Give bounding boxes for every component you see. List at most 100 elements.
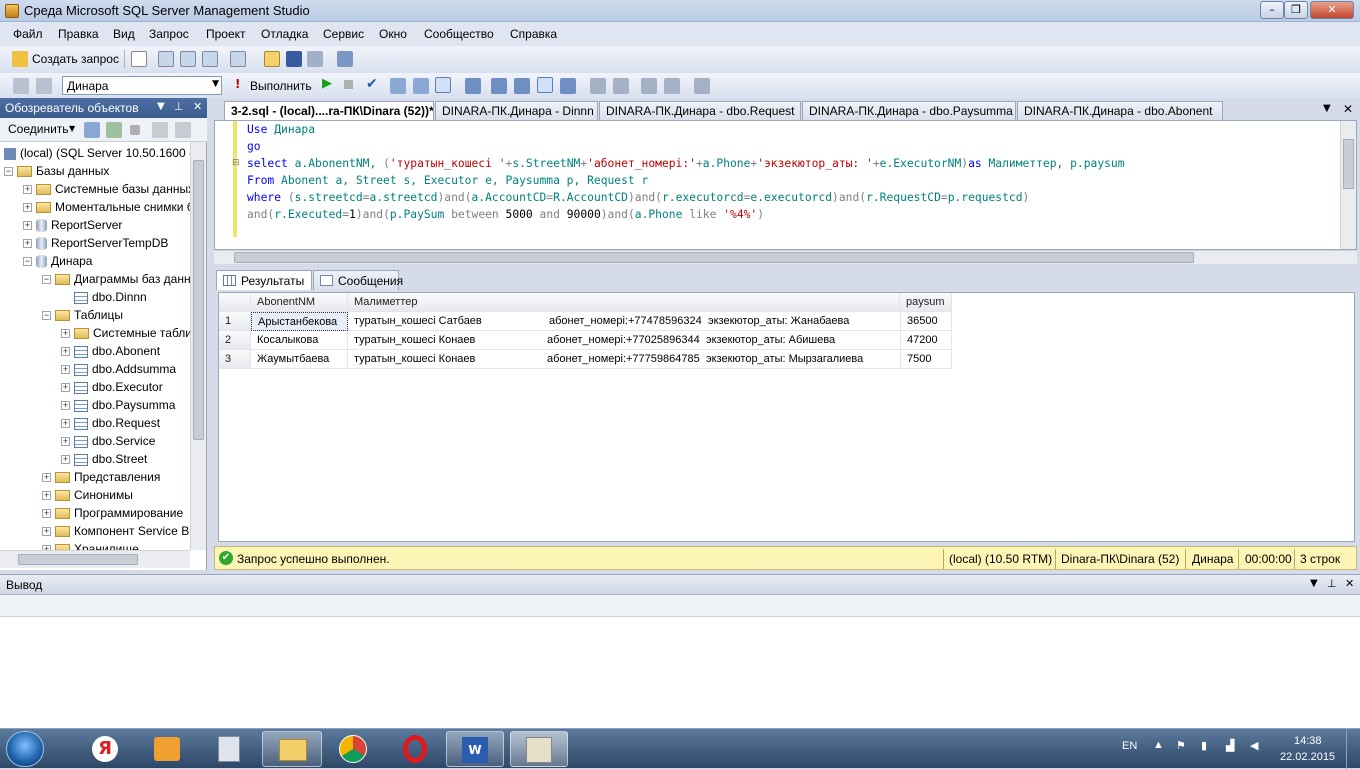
filter-icon[interactable] (152, 122, 168, 138)
chrome-button[interactable] (326, 731, 380, 767)
row-number[interactable]: 2 (219, 331, 251, 350)
yandex-browser-button[interactable]: Я (78, 731, 132, 767)
row-number[interactable]: 1 (219, 312, 251, 331)
flag-icon[interactable]: ⚑ (1176, 739, 1186, 752)
comment-icon[interactable] (590, 78, 606, 94)
editor-horizontal-scrollbar[interactable] (214, 250, 1357, 264)
expand-icon[interactable]: + (23, 203, 32, 213)
expand-icon[interactable]: + (42, 473, 51, 483)
tree-item[interactable]: − Базы данных (4, 162, 109, 180)
change-connection-icon[interactable] (36, 78, 52, 94)
media-player-button[interactable] (140, 731, 194, 767)
expand-icon[interactable]: + (23, 185, 32, 195)
results-to-grid-icon[interactable] (435, 77, 451, 93)
results-grid-icon[interactable] (537, 77, 553, 93)
tree-item[interactable]: + dbo.Service (61, 432, 155, 450)
close-icon[interactable]: ✕ (1345, 577, 1354, 590)
expand-icon[interactable]: + (61, 329, 70, 339)
register-icon[interactable] (106, 122, 122, 138)
menu-edit[interactable]: Правка (58, 27, 99, 41)
refresh-icon[interactable] (175, 122, 191, 138)
tree-item[interactable]: + dbo.Paysumma (61, 396, 175, 414)
tree-item[interactable]: + dbo.Street (61, 450, 147, 468)
grid-cell[interactable]: 7500 (900, 350, 952, 369)
close-icon[interactable]: ✕ (193, 100, 202, 113)
tab-messages[interactable]: Сообщения (313, 270, 403, 290)
expand-icon[interactable]: + (42, 527, 51, 537)
chevron-down-icon[interactable]: ▼ (69, 124, 75, 133)
power-icon[interactable]: ▮ (1201, 739, 1207, 752)
xmla-query-icon[interactable] (202, 51, 218, 67)
display-plan-icon[interactable] (390, 78, 406, 94)
tab-results[interactable]: Результаты (216, 270, 312, 290)
expand-icon[interactable]: + (42, 491, 51, 501)
grid-cell[interactable]: Косалыкова (251, 331, 348, 350)
clock-date[interactable]: 22.02.2015 (1280, 751, 1335, 763)
start-button[interactable] (6, 731, 44, 767)
grid-cell[interactable]: 47200 (900, 331, 952, 350)
show-desktop-button[interactable] (1346, 729, 1360, 769)
tree-vertical-scrollbar[interactable] (190, 142, 206, 550)
calculator-button[interactable] (202, 731, 256, 767)
parse-icon[interactable]: ✔ (366, 76, 378, 92)
network-icon[interactable]: ▟ (1226, 739, 1234, 752)
row-number[interactable]: 3 (219, 350, 251, 369)
tab-abonent[interactable]: DINARA-ПК.Динара - dbo.Abonent (1017, 101, 1223, 120)
collapse-icon[interactable]: − (42, 275, 51, 285)
activity-monitor-icon[interactable] (337, 51, 353, 67)
decrease-indent-icon[interactable] (641, 78, 657, 94)
pin-icon[interactable]: ⊥ (1327, 577, 1337, 590)
disconnect-icon[interactable] (84, 122, 100, 138)
collapse-icon[interactable]: − (4, 167, 13, 177)
tree-item[interactable]: + dbo.Abonent (61, 342, 160, 360)
collapse-icon[interactable]: ⊟ (232, 158, 240, 168)
menu-debug[interactable]: Отладка (261, 27, 308, 41)
tab-request[interactable]: DINARA-ПК.Динара - dbo.Request (599, 101, 801, 120)
opera-button[interactable] (388, 731, 442, 767)
expand-icon[interactable]: + (61, 401, 70, 411)
editor-vertical-scrollbar[interactable] (1340, 121, 1356, 249)
volume-icon[interactable]: ◀ (1250, 739, 1258, 752)
results-file-icon[interactable] (560, 78, 576, 94)
uncomment-icon[interactable] (613, 78, 629, 94)
scroll-thumb[interactable] (193, 160, 204, 440)
close-tab-icon[interactable]: ✕ (1343, 102, 1353, 116)
expand-icon[interactable]: + (61, 419, 70, 429)
tree-item[interactable]: − Диаграммы баз данных (42, 270, 190, 288)
column-header[interactable]: AbonentNM (251, 293, 348, 312)
expand-icon[interactable]: + (61, 347, 70, 357)
query-designer-icon[interactable] (413, 78, 429, 94)
analysis-query-icon[interactable] (230, 51, 246, 67)
tree-item[interactable]: − Динара (23, 252, 92, 270)
scroll-thumb[interactable] (18, 554, 138, 565)
show-hidden-icon[interactable]: ▲ (1153, 739, 1164, 751)
expand-icon[interactable]: + (61, 437, 70, 447)
expand-icon[interactable]: + (23, 221, 32, 231)
debug-icon[interactable]: ▶ (322, 76, 332, 91)
menu-view[interactable]: Вид (113, 27, 135, 41)
tree-item[interactable]: + Программирование (42, 504, 183, 522)
tree-item[interactable]: + dbo.Executor (61, 378, 163, 396)
expand-icon[interactable]: + (42, 509, 51, 519)
menu-query[interactable]: Запрос (149, 27, 189, 41)
connect-button[interactable]: Соединить (8, 122, 69, 136)
tree-item[interactable]: (local) (SQL Server 10.50.1600 - Dina (4, 144, 190, 162)
tree-item[interactable]: + Системные таблицы (61, 324, 190, 342)
scroll-thumb[interactable] (1343, 139, 1354, 189)
minimize-button[interactable]: – (1260, 1, 1284, 19)
tab-list-icon[interactable]: ▼ (1323, 103, 1331, 114)
tree-item[interactable]: + Компонент Service Brok (42, 522, 190, 540)
tree-item[interactable]: + Синонимы (42, 486, 133, 504)
tree-item[interactable]: − Таблицы (42, 306, 123, 324)
connect-icon[interactable] (13, 78, 29, 94)
collapse-icon[interactable]: − (42, 311, 51, 321)
table-row[interactable]: туратын_кошесi Сатбаев абонет_номерi:+77… (348, 312, 900, 331)
explorer-button[interactable] (262, 731, 322, 767)
grid-cell[interactable]: Арыстанбекова (251, 312, 348, 331)
stop-icon[interactable] (344, 80, 353, 89)
dmx-query-icon[interactable] (180, 51, 196, 67)
expand-icon[interactable]: + (23, 239, 32, 249)
tree-item[interactable]: dbo.Dinnn (61, 288, 147, 306)
tree-item[interactable]: + Представления (42, 468, 160, 486)
table-row[interactable]: туратын_кошесi Конаев абонет_номерi:+770… (348, 331, 900, 350)
